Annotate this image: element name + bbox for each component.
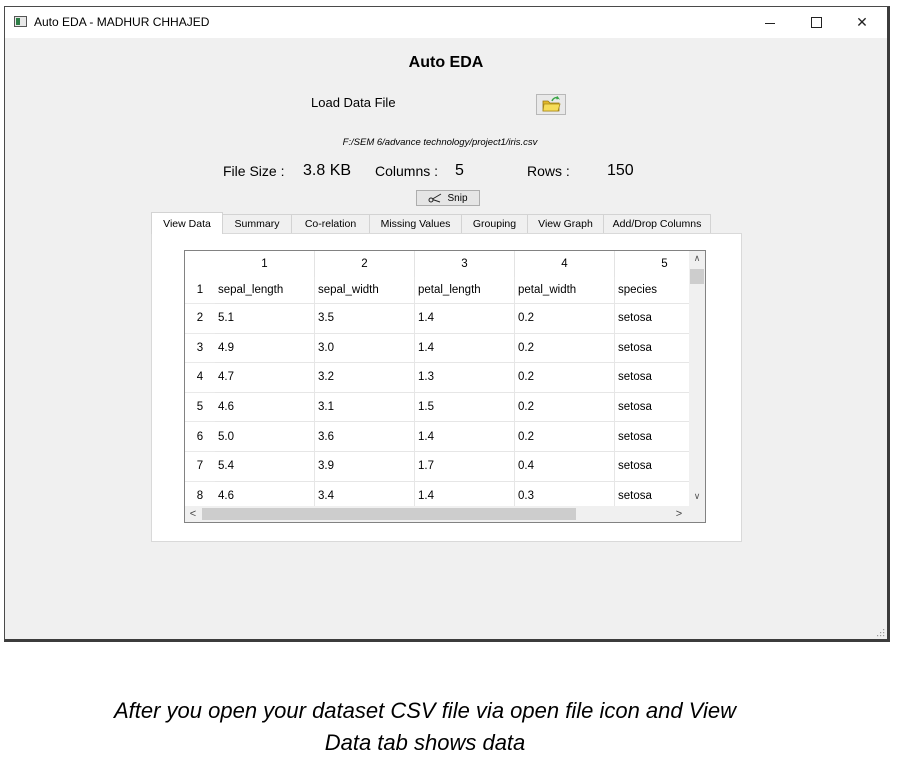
caption-line-2: Data tab shows data [324, 730, 526, 755]
table-cell[interactable]: 5.0 [215, 422, 315, 452]
file-size-label: File Size : [223, 163, 285, 179]
caption-line-1: After you open your dataset CSV file via… [113, 698, 737, 723]
load-data-label: Load Data File [311, 95, 396, 110]
table-cell[interactable]: 4.9 [215, 333, 315, 364]
data-table[interactable]: 1 2 3 4 5 1 sepal_length sepal_width petal_lengt… [184, 250, 706, 523]
tab-missing-values[interactable]: Missing Values [369, 214, 462, 233]
tab-view-graph[interactable]: View Graph [527, 214, 604, 233]
maximize-icon [810, 17, 822, 28]
horizontal-scroll-thumb[interactable] [202, 508, 576, 520]
open-folder-icon [542, 96, 561, 112]
table-cell[interactable]: 4.6 [215, 392, 315, 423]
scissors-icon [428, 193, 442, 203]
table-cell[interactable]: 0.4 [515, 452, 615, 482]
column-header[interactable]: 1 [215, 251, 315, 277]
row-header[interactable]: 7 [185, 452, 215, 482]
tab-summary[interactable]: Summary [222, 214, 292, 233]
table-cell[interactable]: 1.3 [415, 363, 515, 393]
table-cell[interactable]: 3.9 [315, 452, 415, 482]
scroll-corner [689, 506, 705, 522]
row-header[interactable]: 3 [185, 334, 215, 364]
row-header[interactable]: 4 [185, 363, 215, 393]
table-cell[interactable]: 0.2 [515, 363, 615, 393]
window-title: Auto EDA - MADHUR CHHAJED [34, 15, 210, 29]
tab-co-relation[interactable]: Co-relation [291, 214, 370, 233]
table-cell[interactable]: 4.7 [215, 363, 315, 393]
scroll-down-arrow-icon[interactable]: ∨ [689, 489, 705, 503]
row-header[interactable]: 1 [185, 277, 215, 304]
table-cell[interactable]: 3.5 [315, 304, 415, 334]
columns-value: 5 [455, 162, 464, 179]
resize-grip-icon[interactable] [876, 628, 885, 637]
table-cell[interactable]: 3.2 [315, 363, 415, 393]
vertical-scroll-thumb[interactable] [690, 269, 704, 284]
columns-label: Columns : [375, 163, 439, 179]
table-cell[interactable]: petal_length [415, 277, 515, 304]
table-cell[interactable]: 0.2 [515, 422, 615, 452]
close-button[interactable]: ✕ [839, 7, 885, 38]
row-header[interactable]: 5 [185, 393, 215, 423]
minimize-button[interactable] [747, 7, 793, 38]
file-size-value: 3.8 KB [303, 162, 352, 179]
table-cell[interactable]: 1.4 [415, 304, 515, 334]
minimize-icon [765, 23, 775, 24]
scroll-up-arrow-icon[interactable]: ∧ [689, 251, 705, 265]
tab-view-data[interactable]: View Data [151, 212, 223, 234]
table-cell[interactable]: sepal_length [215, 277, 315, 304]
table-cell[interactable]: 0.2 [515, 333, 615, 364]
table-cell[interactable]: 3.0 [315, 333, 415, 364]
row-header[interactable]: 6 [185, 422, 215, 452]
table-cell[interactable]: 1.4 [415, 422, 515, 452]
horizontal-scrollbar[interactable]: < > [185, 506, 689, 522]
app-icon [14, 16, 27, 27]
snip-label: Snip [447, 192, 468, 204]
vertical-scrollbar[interactable]: ∧ ∨ [689, 251, 705, 506]
table-cell[interactable]: 0.2 [515, 392, 615, 423]
maximize-button[interactable] [793, 7, 839, 38]
table-cell[interactable]: 3.1 [315, 392, 415, 423]
table-cell[interactable]: 0.2 [515, 304, 615, 334]
table-cell[interactable]: petal_width [515, 277, 615, 304]
snip-button[interactable]: Snip [416, 190, 480, 206]
file-path: F:/SEM 6/advance technology/project1/iri… [342, 137, 538, 148]
table-cell[interactable]: 5.4 [215, 452, 315, 482]
app-heading: Auto EDA [408, 54, 484, 71]
tab-bar: View Data Summary Co-relation Missing Va… [151, 212, 711, 234]
table-cell[interactable]: 1.5 [415, 392, 515, 423]
row-header[interactable]: 2 [185, 304, 215, 334]
scroll-right-arrow-icon[interactable]: > [671, 506, 687, 522]
scroll-left-arrow-icon[interactable]: < [185, 506, 201, 522]
app-window: Auto EDA - MADHUR CHHAJED ✕ Auto EDA Loa… [4, 6, 890, 642]
open-file-button[interactable] [536, 94, 566, 115]
tab-add-drop-columns[interactable]: Add/Drop Columns [603, 214, 711, 233]
rows-value: 150 [607, 162, 634, 179]
table-cell[interactable]: 1.4 [415, 333, 515, 364]
close-icon: ✕ [856, 14, 868, 30]
column-header[interactable]: 4 [515, 251, 615, 277]
table-cell[interactable]: 5.1 [215, 304, 315, 334]
table-cell[interactable]: 1.7 [415, 452, 515, 482]
column-header[interactable]: 3 [415, 251, 515, 277]
rows-label: Rows : [527, 163, 570, 179]
column-header[interactable]: 2 [315, 251, 415, 277]
table-cell[interactable]: sepal_width [315, 277, 415, 304]
tab-grouping[interactable]: Grouping [461, 214, 528, 233]
table-cell[interactable]: 3.6 [315, 422, 415, 452]
title-bar[interactable]: Auto EDA - MADHUR CHHAJED ✕ [5, 7, 887, 38]
